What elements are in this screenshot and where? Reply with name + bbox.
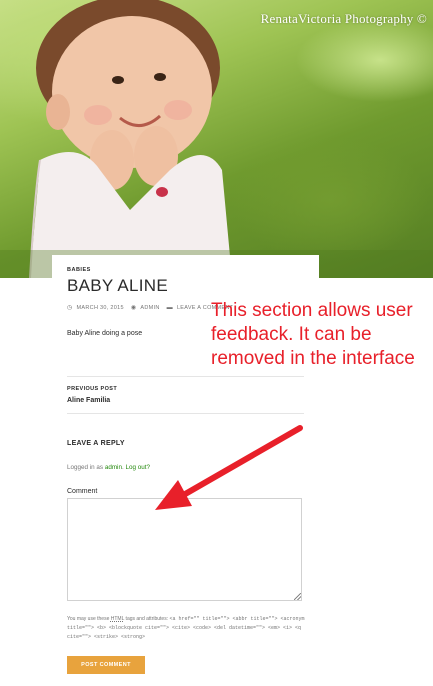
allowed-tags-prefix: You may use these <box>67 616 111 622</box>
post-title: BABY ALINE <box>67 276 168 295</box>
divider <box>67 413 304 414</box>
photographer-watermark: RenataVictoria Photography © <box>260 11 427 26</box>
post-comment-button[interactable]: POST COMMENT <box>67 656 145 674</box>
clock-icon: ◷ <box>67 305 73 311</box>
previous-post-label: PREVIOUS POST <box>67 386 118 392</box>
html-abbr: HTML <box>110 616 125 622</box>
resize-handle-icon[interactable] <box>294 593 301 600</box>
profile-link[interactable]: admin <box>105 464 122 471</box>
previous-post-link[interactable]: Aline Familia <box>67 397 110 404</box>
leave-reply-heading: LEAVE A REPLY <box>67 440 125 447</box>
logged-in-prefix: Logged in as <box>67 464 105 471</box>
user-icon: ◉ <box>130 305 137 311</box>
logout-link[interactable]: Log out? <box>125 464 150 471</box>
post-category-link[interactable]: BABIES <box>67 267 91 273</box>
post-date-link[interactable]: MARCH 30, 2015 <box>77 305 124 311</box>
comment-icon: ▬ <box>166 304 173 311</box>
allowed-tags-note: You may use these HTML tags and attribut… <box>67 615 307 642</box>
comment-textarea[interactable] <box>67 498 302 601</box>
annotation-callout: This section allows user feedback. It ca… <box>211 300 415 369</box>
post-author-link[interactable]: ADMIN <box>140 305 159 311</box>
comment-label: Comment <box>67 488 98 495</box>
post-content: Baby Aline doing a pose <box>67 330 143 337</box>
divider <box>67 376 304 377</box>
post-meta: ◷ MARCH 30, 2015 ◉ ADMIN ▬ LEAVE A COMME… <box>67 304 233 312</box>
baby-photo-illustration <box>0 0 433 278</box>
header-photo: RenataVictoria Photography © <box>0 0 433 278</box>
logged-in-notice: Logged in as admin. Log out? <box>67 464 150 471</box>
allowed-tags-mid: tags and attributes: <box>124 616 170 622</box>
